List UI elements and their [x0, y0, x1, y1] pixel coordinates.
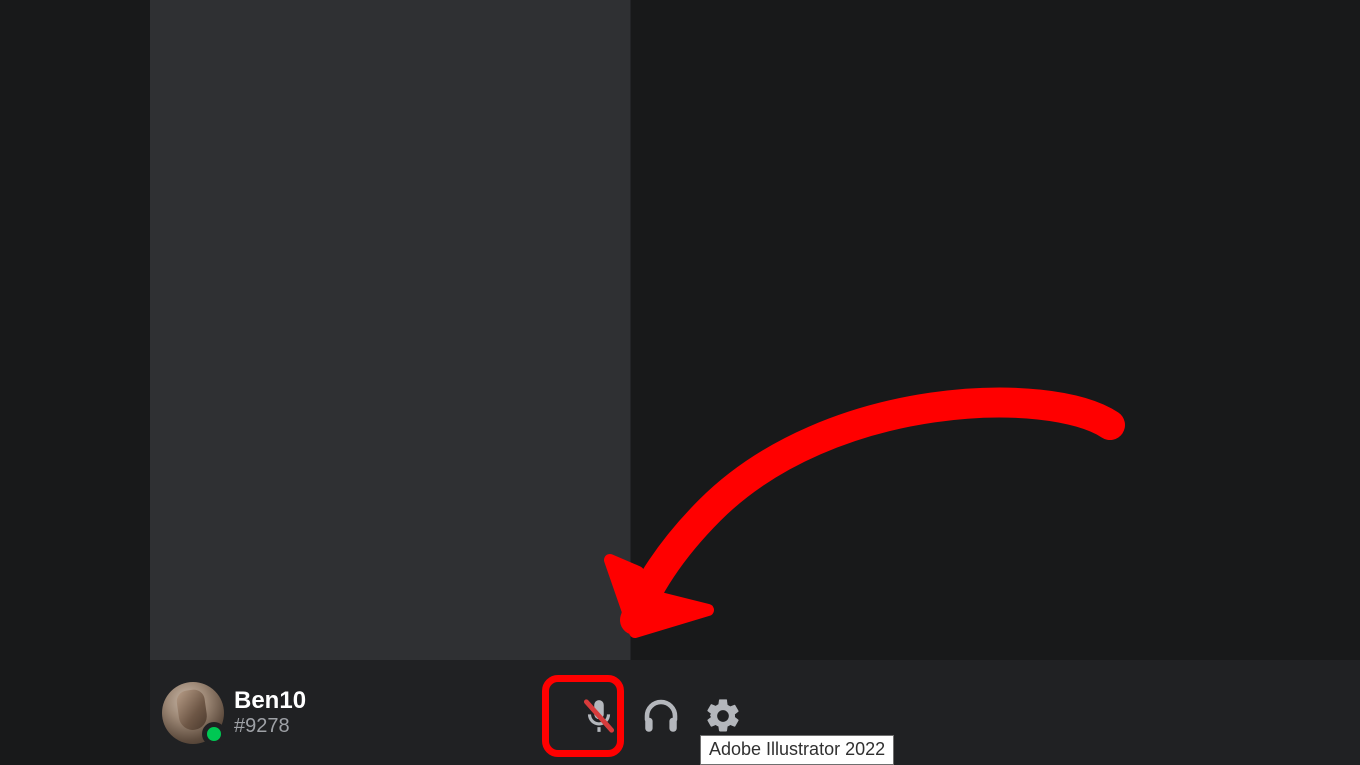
column-divider — [630, 0, 631, 660]
status-online-dot — [202, 722, 226, 746]
settings-button[interactable] — [694, 687, 752, 745]
annotation-arrow — [590, 380, 1130, 660]
mute-button[interactable] — [570, 687, 628, 745]
user-name-block[interactable]: Ben10 #9278 — [234, 687, 306, 738]
username-label: Ben10 — [234, 687, 306, 715]
headphones-icon — [640, 695, 682, 737]
microphone-muted-icon — [580, 697, 618, 735]
gear-icon — [703, 696, 743, 736]
user-avatar[interactable] — [162, 682, 224, 744]
deafen-button[interactable] — [632, 687, 690, 745]
panel-icons-group — [570, 687, 752, 745]
user-panel: Ben10 #9278 — [150, 660, 1360, 765]
discriminator-label: #9278 — [234, 715, 306, 738]
channel-list-column — [150, 0, 630, 660]
